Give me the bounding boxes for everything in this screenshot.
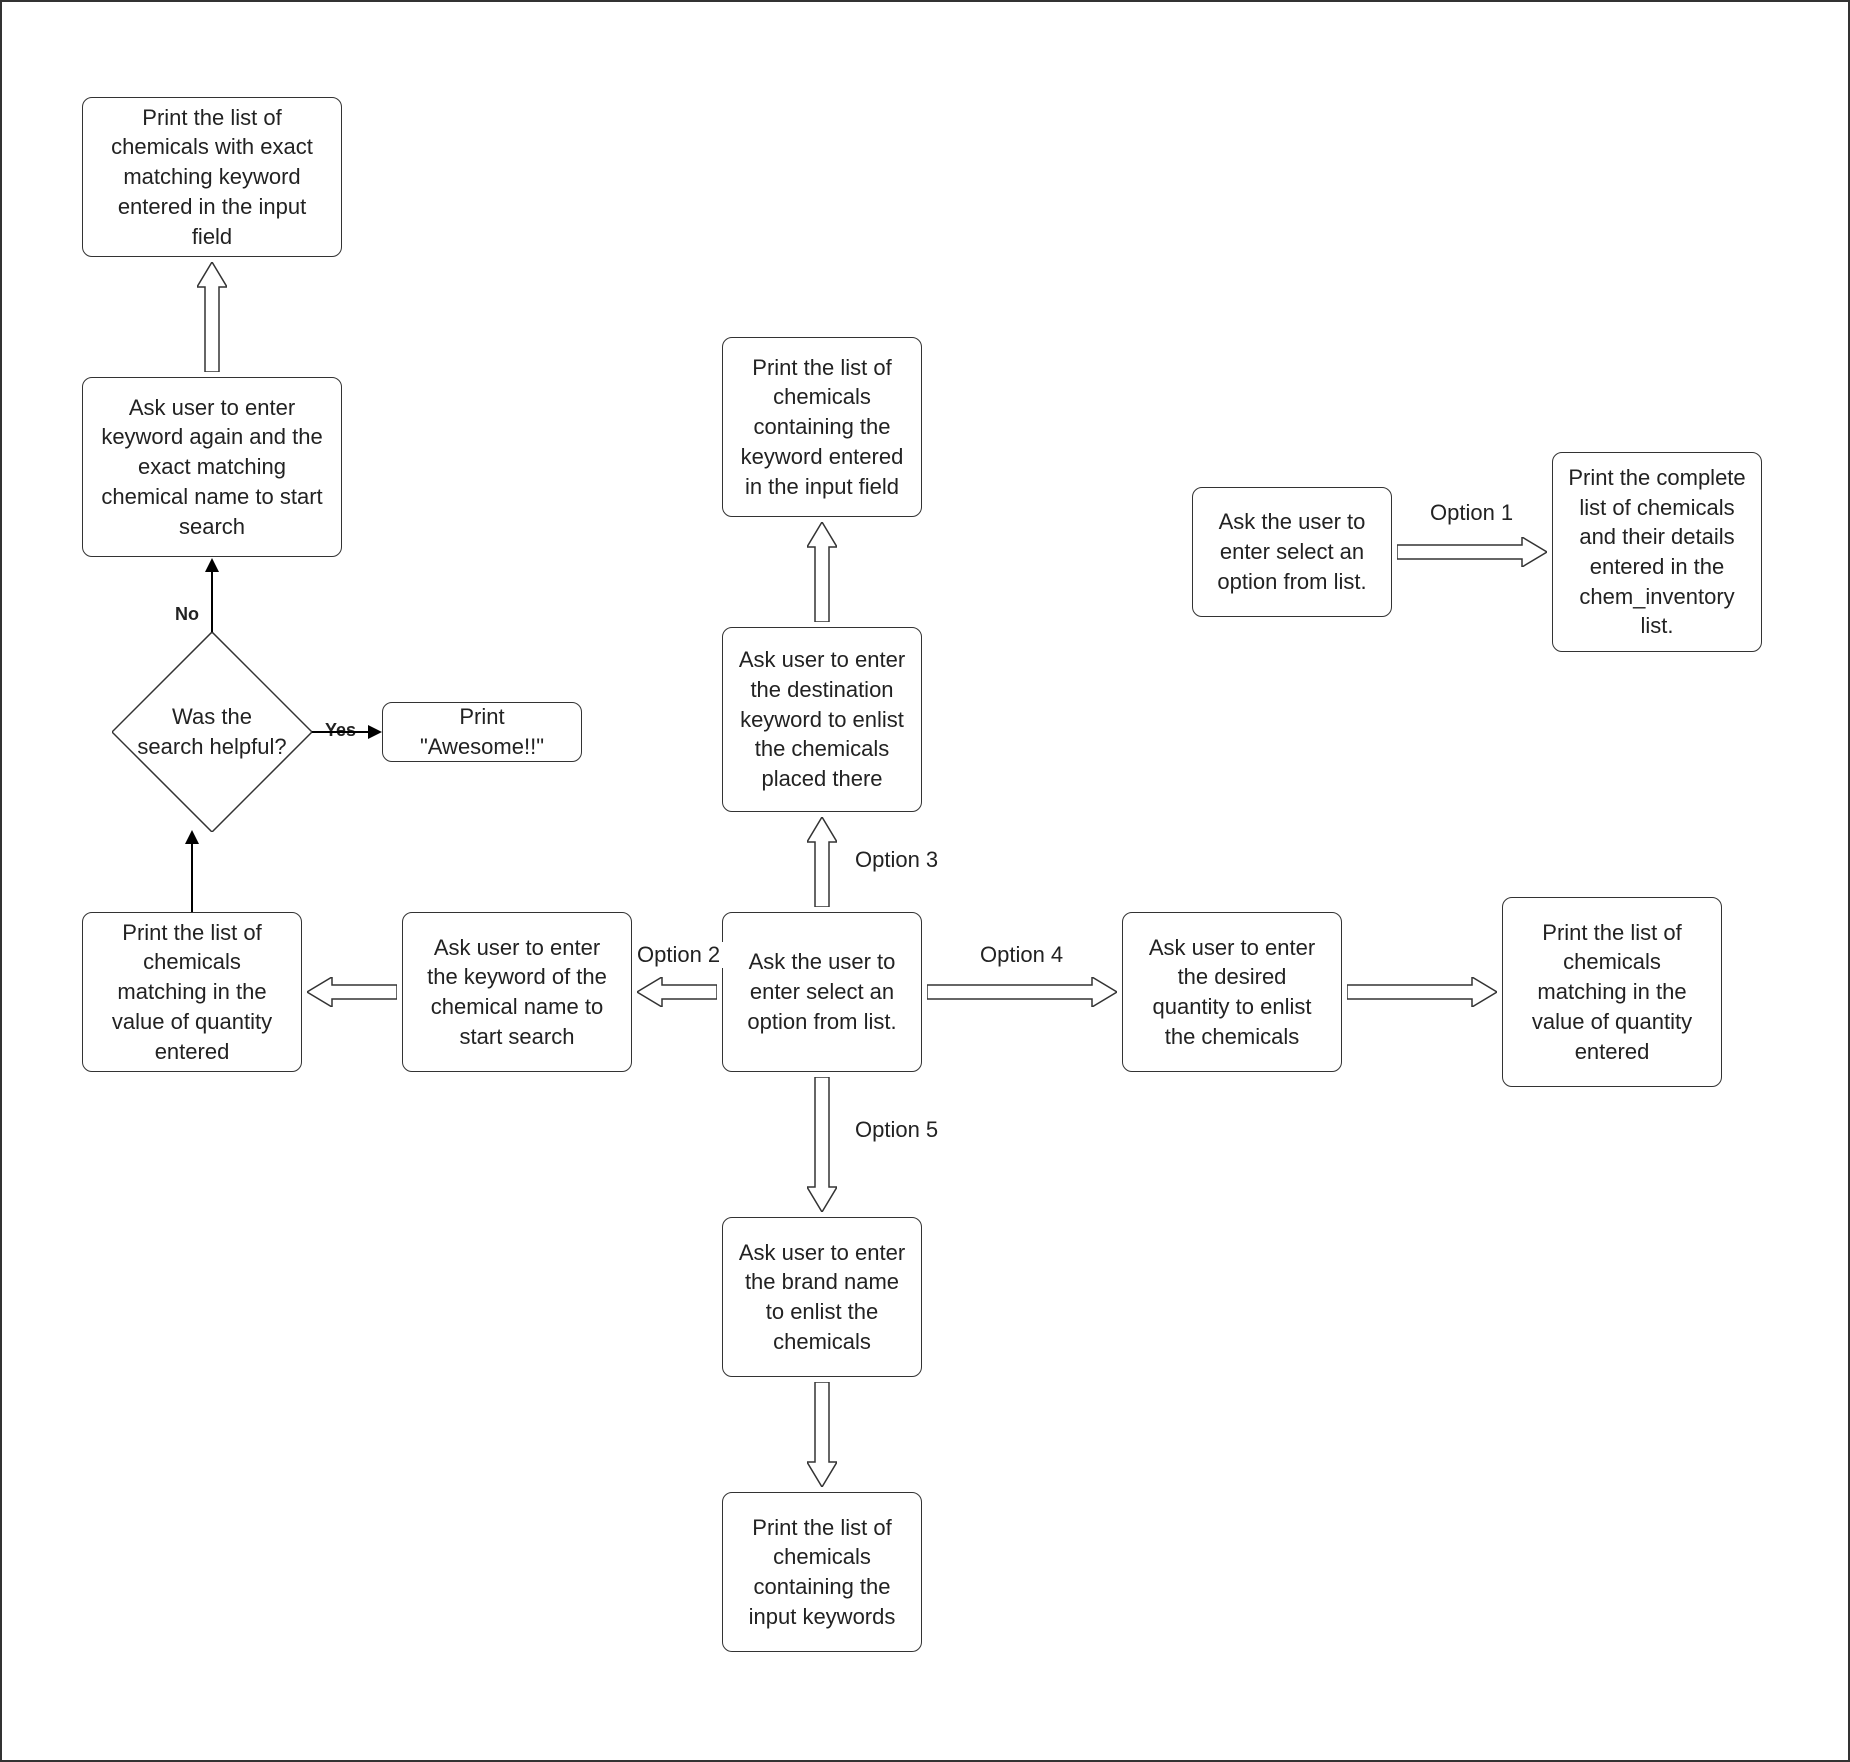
arrowhead-decision-to-awesome (368, 725, 382, 739)
node-print-brand-list: Print the list of chemicals containing t… (722, 1492, 922, 1652)
arrow-n2-to-n1 (197, 262, 227, 372)
decision-search-helpful: Was the search helpful? (112, 632, 312, 832)
arrow-opt5a-to-opt5b (807, 1382, 837, 1487)
node-print-exact-match: Print the list of chemicals with exact m… (82, 97, 342, 257)
label-no: No (172, 604, 202, 625)
node-print-qty-right: Print the list of chemicals matching in … (1502, 897, 1722, 1087)
arrow-center-to-opt5a (807, 1077, 837, 1212)
label-option-4: Option 4 (977, 942, 1066, 968)
node-select-option-opt1: Ask the user to enter select an option f… (1192, 487, 1392, 617)
arrow-center-to-opt4a (927, 977, 1117, 1007)
arrow-center-to-opt3a (807, 817, 837, 907)
node-print-keyword-list-opt3: Print the list of chemicals containing t… (722, 337, 922, 517)
arrowhead-decision-to-n2 (205, 558, 219, 572)
node-ask-destination-opt3: Ask user to enter the destination keywor… (722, 627, 922, 812)
arrow-center-to-opt2 (637, 977, 717, 1007)
decision-label: Was the search helpful? (137, 702, 287, 761)
label-option-5: Option 5 (852, 1117, 941, 1143)
line-qty-to-decision (191, 842, 193, 912)
node-ask-keyword-opt2: Ask user to enter the keyword of the che… (402, 912, 632, 1072)
node-center-select-option: Ask the user to enter select an option f… (722, 912, 922, 1072)
arrow-opt3a-to-opt3b (807, 522, 837, 622)
node-ask-keyword-again: Ask user to enter keyword again and the … (82, 377, 342, 557)
node-print-awesome: Print "Awesome!!" (382, 702, 582, 762)
flowchart-canvas: Print the list of chemicals with exact m… (0, 0, 1850, 1762)
arrowhead-qty-to-decision (185, 830, 199, 844)
line-decision-to-n2 (211, 572, 213, 632)
arrow-opt4a-to-opt4b (1347, 977, 1497, 1007)
node-print-qty-left: Print the list of chemicals matching in … (82, 912, 302, 1072)
node-ask-quantity-opt4: Ask user to enter the desired quantity t… (1122, 912, 1342, 1072)
label-option-2: Option 2 (634, 942, 723, 968)
node-ask-brand-opt5: Ask user to enter the brand name to enli… (722, 1217, 922, 1377)
arrow-opt1a-to-opt1b (1397, 537, 1547, 567)
line-decision-to-awesome (312, 731, 370, 733)
label-option-1: Option 1 (1427, 500, 1516, 526)
label-option-3: Option 3 (852, 847, 941, 873)
arrow-opt2-to-qty-left (307, 977, 397, 1007)
node-print-full-list-opt1: Print the complete list of chemicals and… (1552, 452, 1762, 652)
